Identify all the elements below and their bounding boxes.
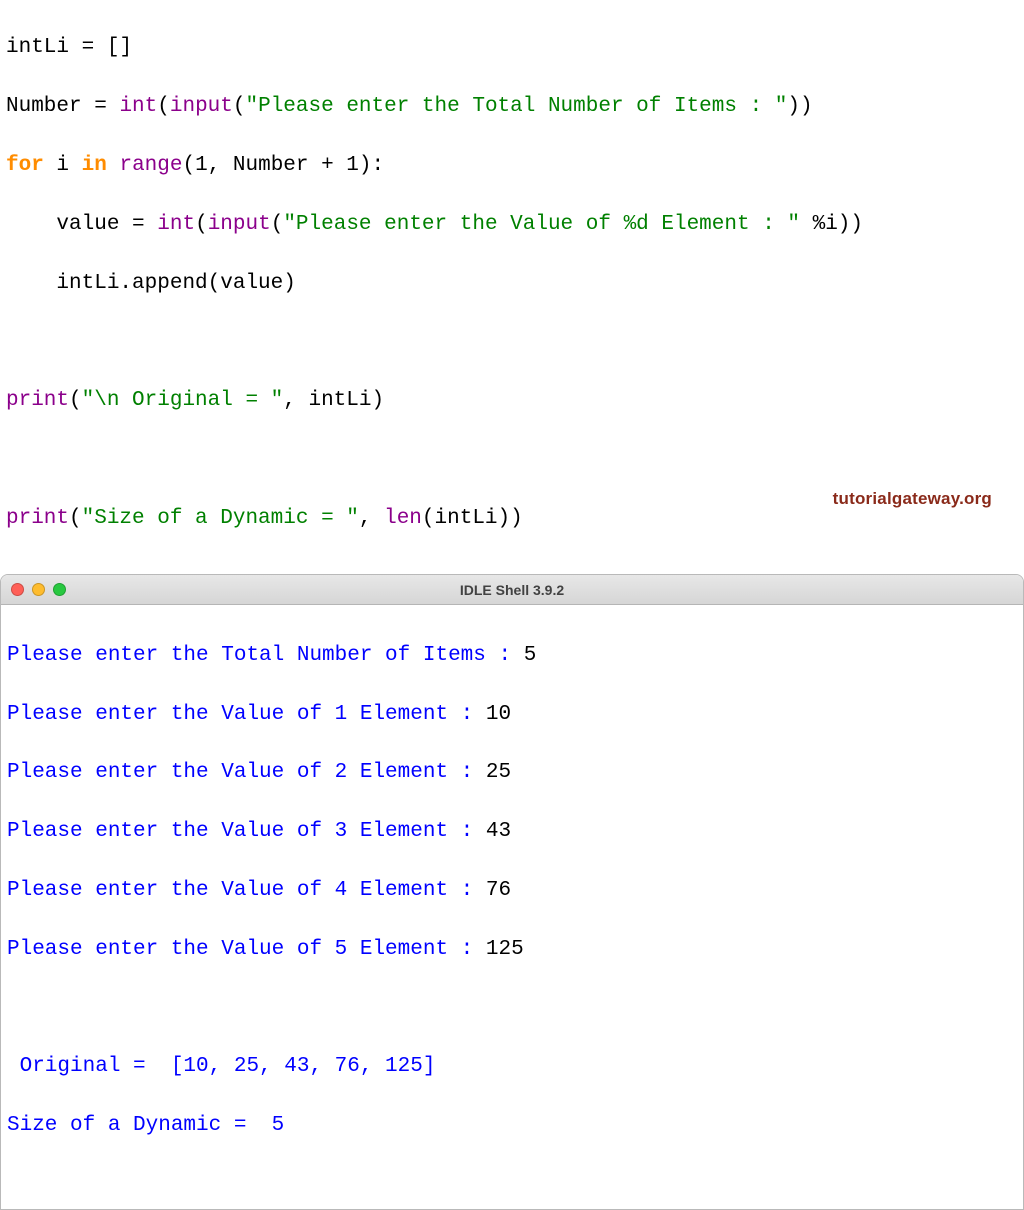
code-token: i	[56, 154, 69, 177]
code-token: =	[82, 36, 95, 59]
code-token: (1, Number + 1):	[182, 154, 384, 177]
code-token: (	[271, 213, 284, 236]
code-token: ,	[359, 507, 384, 530]
code-token: intLi.append(value)	[56, 272, 295, 295]
code-token: int	[119, 95, 157, 118]
shell-input: 125	[486, 938, 524, 961]
code-editor: intLi = [] Number = int(input("Please en…	[0, 0, 1024, 568]
code-token: %i))	[800, 213, 863, 236]
code-token: (intLi))	[422, 507, 523, 530]
shell-input: 76	[486, 879, 511, 902]
code-token: =	[132, 213, 145, 236]
code-token: (	[233, 95, 246, 118]
traffic-lights	[11, 583, 66, 596]
code-blank-line	[6, 445, 1018, 474]
code-token: Number	[6, 95, 82, 118]
shell-line: Please enter the Value of 5 Element : 12…	[7, 935, 1017, 964]
code-token: range	[119, 154, 182, 177]
code-token: input	[208, 213, 271, 236]
code-token: "Please enter the Value of %d Element : …	[283, 213, 800, 236]
shell-prompt: Please enter the Value of 1 Element :	[7, 703, 486, 726]
code-token: "Size of a Dynamic = "	[82, 507, 359, 530]
shell-input: 10	[486, 703, 511, 726]
code-line: for i in range(1, Number + 1):	[6, 151, 1018, 180]
code-token: (	[69, 507, 82, 530]
shell-line: Please enter the Value of 3 Element : 43	[7, 817, 1017, 846]
code-line: intLi.append(value)	[6, 269, 1018, 298]
shell-prompt: Please enter the Value of 3 Element :	[7, 820, 486, 843]
code-token: "\n Original = "	[82, 389, 284, 412]
shell-line: Original = [10, 25, 43, 76, 125]	[7, 1052, 1017, 1081]
code-token: for	[6, 154, 44, 177]
code-token: input	[170, 95, 233, 118]
idle-shell-window: IDLE Shell 3.9.2 Please enter the Total …	[0, 574, 1024, 1210]
shell-prompt: Please enter the Total Number of Items :	[7, 644, 524, 667]
shell-prompt: Please enter the Value of 5 Element :	[7, 938, 486, 961]
shell-output-text: Size of a Dynamic = 5	[7, 1114, 284, 1137]
code-token: []	[107, 36, 132, 59]
shell-line: Please enter the Value of 4 Element : 76	[7, 876, 1017, 905]
minimize-icon[interactable]	[32, 583, 45, 596]
code-line: Number = int(input("Please enter the Tot…	[6, 92, 1018, 121]
code-token: ))	[787, 95, 812, 118]
shell-input: 5	[524, 644, 537, 667]
window-title: IDLE Shell 3.9.2	[1, 582, 1023, 598]
code-token: intLi	[6, 36, 69, 59]
zoom-icon[interactable]	[53, 583, 66, 596]
code-token: in	[82, 154, 107, 177]
code-token: =	[94, 95, 107, 118]
shell-prompt: Please enter the Value of 4 Element :	[7, 879, 486, 902]
shell-prompt: Please enter the Value of 2 Element :	[7, 761, 486, 784]
watermark: tutorialgateway.org	[833, 489, 992, 509]
code-indent	[6, 272, 56, 295]
shell-output-text: Original = [10, 25, 43, 76, 125]	[7, 1055, 435, 1078]
window-titlebar[interactable]: IDLE Shell 3.9.2	[1, 575, 1023, 605]
shell-line: Please enter the Value of 1 Element : 10	[7, 700, 1017, 729]
code-token: (	[195, 213, 208, 236]
code-token: (	[157, 95, 170, 118]
code-token: len	[384, 507, 422, 530]
code-line: print("\n Original = ", intLi)	[6, 386, 1018, 415]
code-line: intLi = []	[6, 33, 1018, 62]
shell-blank-line	[7, 994, 1017, 1023]
code-blank-line	[6, 327, 1018, 356]
shell-line: Please enter the Value of 2 Element : 25	[7, 758, 1017, 787]
code-token: print	[6, 389, 69, 412]
close-icon[interactable]	[11, 583, 24, 596]
code-token: print	[6, 507, 69, 530]
shell-line: Please enter the Total Number of Items :…	[7, 641, 1017, 670]
code-token: "Please enter the Total Number of Items …	[246, 95, 788, 118]
code-token: value	[56, 213, 119, 236]
shell-input: 43	[486, 820, 511, 843]
shell-output[interactable]: Please enter the Total Number of Items :…	[1, 605, 1023, 1209]
code-token: , intLi)	[283, 389, 384, 412]
shell-input: 25	[486, 761, 511, 784]
code-token: (	[69, 389, 82, 412]
code-line: value = int(input("Please enter the Valu…	[6, 210, 1018, 239]
code-indent	[6, 213, 56, 236]
code-token: int	[157, 213, 195, 236]
shell-line: Size of a Dynamic = 5	[7, 1111, 1017, 1140]
